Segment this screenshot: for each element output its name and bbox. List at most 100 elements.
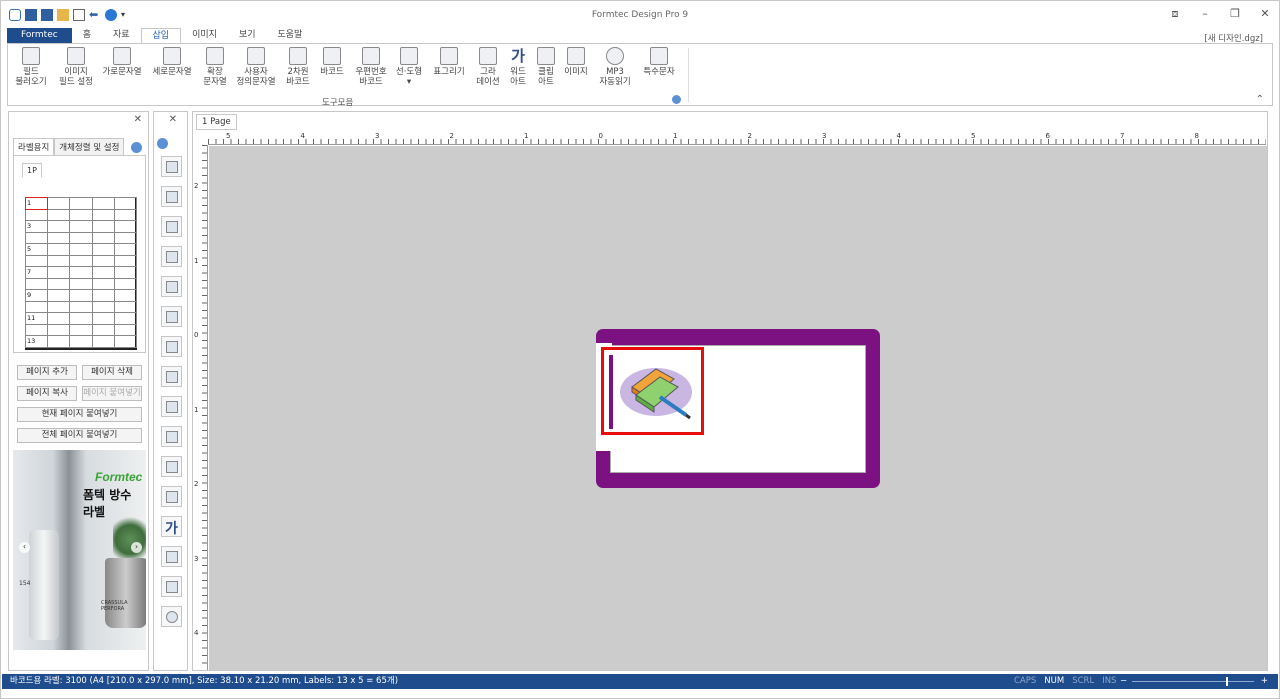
- ribbon-display-icon[interactable]: ⧈: [1167, 7, 1183, 21]
- insert-image-button[interactable]: 이미지: [562, 47, 590, 77]
- label-cell[interactable]: [69, 220, 93, 233]
- label-cell[interactable]: [113, 208, 138, 221]
- label-cell[interactable]: [24, 277, 49, 290]
- label-cell[interactable]: [47, 197, 71, 210]
- tool-vertical-text[interactable]: [161, 246, 182, 267]
- image-field-button[interactable]: 이미지 필드 설정: [56, 47, 96, 87]
- tab-image[interactable]: 이미지: [181, 28, 228, 44]
- label-cell[interactable]: [69, 197, 93, 210]
- draw-table-button[interactable]: 표그리기: [429, 47, 469, 77]
- close-icon[interactable]: ✕: [169, 114, 177, 125]
- horizontal-text-button[interactable]: 가로문자열: [101, 47, 143, 77]
- vertical-text-button[interactable]: 세로문자열: [151, 47, 193, 77]
- tool-field-load[interactable]: [161, 156, 182, 177]
- tool-custom-text[interactable]: [161, 306, 182, 327]
- label-cell[interactable]: 7: [24, 266, 49, 279]
- extended-text-button[interactable]: 확장 문자열: [201, 47, 229, 87]
- tab-label-paper[interactable]: 라벨용지: [13, 138, 55, 156]
- label-cell[interactable]: [91, 335, 115, 348]
- label-cell[interactable]: [91, 289, 115, 302]
- ad-next-icon[interactable]: ›: [131, 542, 142, 553]
- tool-image-field[interactable]: [161, 186, 182, 207]
- label-cell[interactable]: [47, 312, 71, 325]
- close-icon[interactable]: ✕: [134, 114, 142, 125]
- tool-horizontal-text[interactable]: [161, 216, 182, 237]
- label-cell[interactable]: [47, 289, 71, 302]
- tab-page-1[interactable]: 1P: [22, 163, 42, 177]
- label-cell[interactable]: [69, 312, 93, 325]
- label-cell[interactable]: [91, 231, 115, 244]
- label-cell[interactable]: [113, 312, 138, 325]
- paste-current-page-button[interactable]: 현재 페이지 붙여넣기: [17, 407, 142, 422]
- label-cell[interactable]: [113, 323, 138, 336]
- zoom-track[interactable]: [1132, 681, 1254, 682]
- label-cell[interactable]: [47, 323, 71, 336]
- label-cell[interactable]: [69, 231, 93, 244]
- barcode-button[interactable]: 바코드: [317, 47, 347, 77]
- label-cell[interactable]: [113, 254, 138, 267]
- label-cell[interactable]: [91, 208, 115, 221]
- tool-clip-art[interactable]: [161, 546, 182, 567]
- label-cell[interactable]: [91, 277, 115, 290]
- label-cell[interactable]: [47, 335, 71, 348]
- field-load-button[interactable]: 필드 불러오기: [14, 47, 48, 87]
- label-cell[interactable]: [47, 277, 71, 290]
- label-cell[interactable]: 11: [24, 312, 49, 325]
- label-cell[interactable]: [91, 300, 115, 313]
- tool-qr-barcode[interactable]: [161, 336, 182, 357]
- label-design[interactable]: [596, 329, 880, 488]
- ad-prev-icon[interactable]: ‹: [19, 542, 30, 553]
- label-cell[interactable]: [69, 266, 93, 279]
- collapse-ribbon-icon[interactable]: ⌃: [1256, 94, 1264, 105]
- label-cell[interactable]: [47, 243, 71, 256]
- word-art-button[interactable]: 가 워드 아트: [506, 47, 530, 87]
- label-cell[interactable]: [69, 254, 93, 267]
- copy-page-button[interactable]: 페이지 복사: [17, 386, 77, 401]
- tool-shapes[interactable]: [161, 426, 182, 447]
- label-cell[interactable]: [91, 266, 115, 279]
- label-cell[interactable]: [113, 266, 138, 279]
- label-cell[interactable]: [69, 323, 93, 336]
- label-cell[interactable]: [69, 208, 93, 221]
- delete-page-button[interactable]: 페이지 삭제: [82, 365, 142, 380]
- label-cell[interactable]: 1: [24, 197, 49, 210]
- add-page-button[interactable]: 페이지 추가: [17, 365, 77, 380]
- tab-help[interactable]: 도움말: [267, 28, 314, 44]
- tool-gradation[interactable]: [161, 486, 182, 507]
- label-cell[interactable]: [47, 208, 71, 221]
- label-cell[interactable]: 13: [24, 335, 49, 348]
- zoom-slider[interactable]: − +: [1120, 674, 1270, 689]
- custom-text-button[interactable]: 사용자 정의문자열: [234, 47, 278, 87]
- label-cell[interactable]: [113, 335, 138, 348]
- close-button[interactable]: ✕: [1257, 7, 1273, 21]
- label-cell[interactable]: [113, 197, 138, 210]
- postal-barcode-button[interactable]: 우편번호 바코드: [353, 47, 389, 87]
- label-cell[interactable]: [91, 243, 115, 256]
- zoom-thumb[interactable]: [1226, 677, 1228, 686]
- label-cell[interactable]: [91, 312, 115, 325]
- panel-scroll-icon[interactable]: [131, 142, 142, 153]
- label-cell[interactable]: [91, 323, 115, 336]
- restore-button[interactable]: ❐: [1227, 7, 1243, 21]
- label-cell[interactable]: [47, 231, 71, 244]
- paste-page-button[interactable]: 페이지 붙여넣기: [82, 386, 142, 401]
- tool-table[interactable]: [161, 456, 182, 477]
- zoom-in-button[interactable]: +: [1261, 674, 1268, 689]
- design-canvas[interactable]: [209, 146, 1267, 670]
- label-cell[interactable]: [113, 243, 138, 256]
- qr-barcode-button[interactable]: 2차원 바코드: [284, 47, 312, 87]
- label-cell[interactable]: [69, 243, 93, 256]
- label-cell[interactable]: [113, 289, 138, 302]
- gradation-button[interactable]: 그라 데이션: [473, 47, 503, 87]
- tool-barcode[interactable]: [161, 366, 182, 387]
- clip-art-button[interactable]: 클립 아트: [534, 47, 558, 87]
- tab-formtec[interactable]: Formtec: [7, 28, 72, 44]
- label-cell[interactable]: [113, 220, 138, 233]
- label-cell[interactable]: [91, 220, 115, 233]
- paste-all-pages-button[interactable]: 전체 페이지 붙여넣기: [17, 428, 142, 443]
- label-cell[interactable]: [69, 335, 93, 348]
- label-cell[interactable]: [47, 300, 71, 313]
- toolbox-scroll-icon[interactable]: [157, 138, 168, 149]
- label-cell[interactable]: [91, 197, 115, 210]
- label-cell[interactable]: 3: [24, 220, 49, 233]
